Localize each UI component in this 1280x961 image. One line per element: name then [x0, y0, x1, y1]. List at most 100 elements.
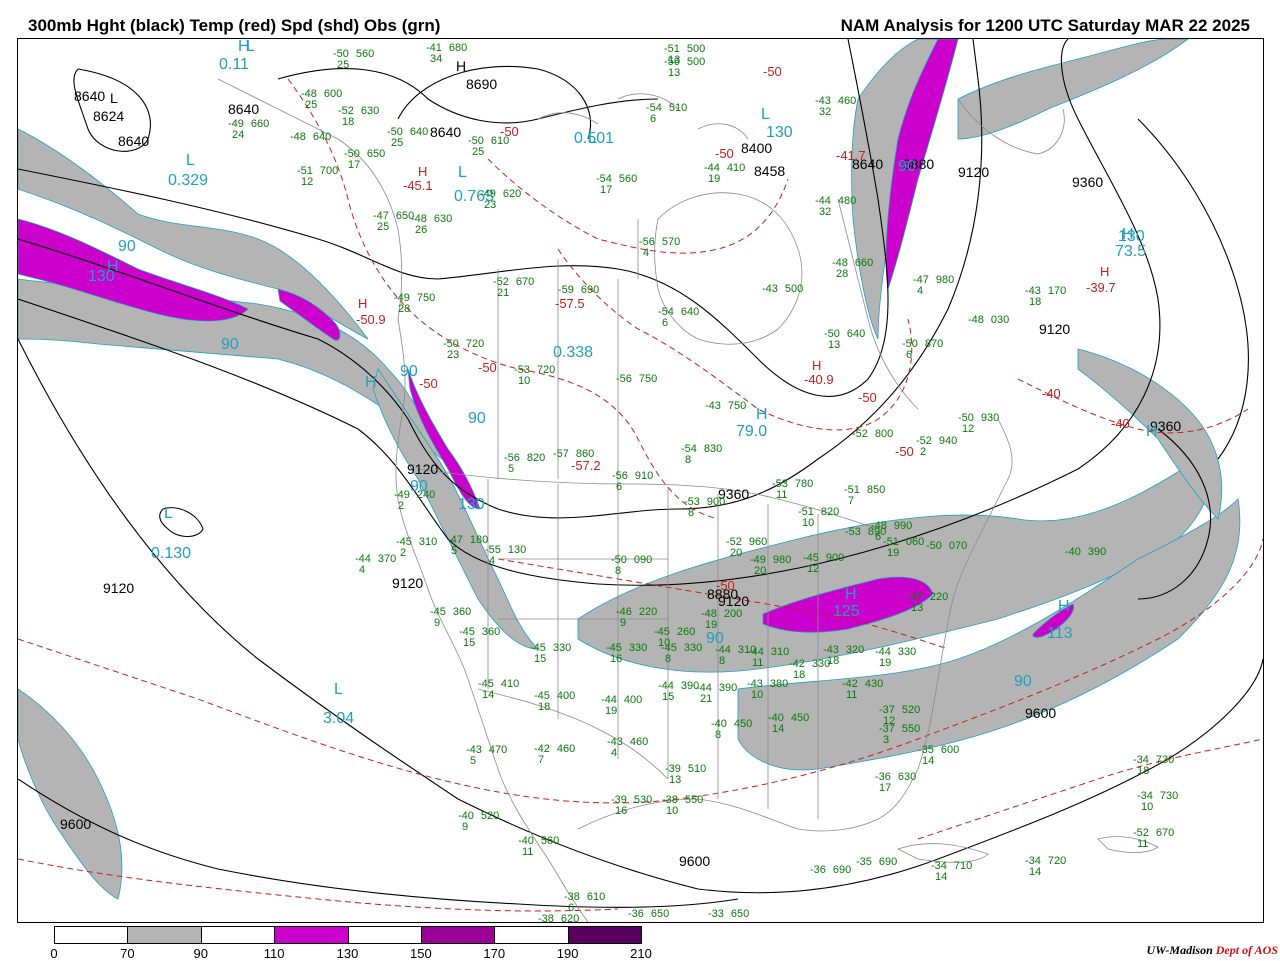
observation-speed: 10 [802, 517, 815, 529]
observation-speed: 23 [447, 349, 460, 361]
observation-station: -49 620 23 [480, 189, 521, 211]
observation-speed: 13 [668, 67, 681, 79]
observation-height: 090 [633, 554, 653, 566]
observation-height: 330 [683, 642, 703, 654]
observation-temp: -48 [290, 131, 306, 143]
hl-marker: H [365, 374, 377, 391]
observation-station: -52 630 18 [338, 106, 379, 128]
colorbar-segment [495, 927, 569, 943]
observation-height: 220 [929, 591, 949, 603]
observation-station: -50 650 17 [344, 149, 385, 171]
temp-contour-minus30-east [917, 738, 1263, 840]
height-label: 8640 [228, 101, 260, 117]
colorbar-tick-label: 70 [120, 946, 135, 961]
observation-height: 330 [552, 642, 572, 654]
observation-station: -52 800 [852, 429, 893, 440]
colorbar-segment [55, 927, 129, 943]
observation-speed: 10 [518, 375, 531, 387]
observation-station: -59 690 [558, 285, 599, 296]
observation-speed: 18 [538, 701, 551, 713]
speed-label: 130 [88, 268, 115, 285]
observation-station: -52 670 21 [493, 277, 534, 299]
observation-station: -50 640 13 [824, 329, 865, 351]
observation-station: -45 900 12 [803, 553, 844, 575]
height-label: 8640 [74, 88, 106, 104]
observation-height: 600 [323, 88, 343, 100]
observation-values: -50 070 [926, 541, 967, 552]
observation-station: -44 310 11 [748, 647, 789, 669]
observation-height: 610 [490, 135, 510, 147]
hl-marker: H [418, 164, 428, 179]
observation-station: -44 390 15 [658, 681, 699, 703]
observation-height: 170 [1047, 285, 1067, 297]
observation-station: -43 470 5 [466, 745, 507, 767]
observation-station: -43 750 [705, 401, 746, 412]
observation-height: 400 [556, 690, 576, 702]
observation-station: -50 090 8 [611, 555, 652, 577]
height-label: 9360 [1072, 174, 1104, 190]
height-label: 8690 [466, 76, 498, 92]
observation-speed: 13 [669, 774, 682, 786]
observation-height: 060 [905, 536, 925, 548]
observation-speed: 18 [1029, 296, 1042, 308]
observation-values: -52 800 [852, 429, 893, 440]
colorbar-tick-label: 0 [50, 946, 58, 961]
temperature-label: -50 [419, 376, 438, 391]
hl-marker: L [164, 505, 173, 522]
observation-speed: 20 [754, 565, 767, 577]
observation-height: 990 [893, 520, 913, 532]
observation-temp: -53 [845, 526, 861, 538]
speed-label: 0.130 [151, 545, 192, 562]
credit-main: UW-Madison [1146, 943, 1213, 957]
observation-station: -53 720 10 [514, 365, 555, 387]
temperature-label: -45.1 [403, 178, 433, 193]
observation-height: 410 [726, 162, 746, 174]
observation-speed: 5 [508, 463, 515, 475]
observation-station: -35 600 14 [918, 745, 959, 767]
observation-station: -54 510 6 [646, 103, 687, 125]
observation-speed: 7 [538, 754, 545, 766]
observation-height: 320 [845, 644, 865, 656]
observation-speed: 16 [610, 653, 623, 665]
observation-station: -52 670 11 [1133, 828, 1174, 850]
observation-temp: -48 [968, 314, 984, 326]
observation-height: 650 [650, 908, 670, 920]
speed-label: 90 [221, 336, 239, 353]
speed-label: 0.11 [219, 56, 249, 73]
observation-speed: 17 [879, 782, 892, 794]
observation-speed: 23 [484, 199, 497, 211]
colorbar-segment [275, 927, 349, 943]
observation-speed: 18 [342, 116, 355, 128]
observation-height: 460 [556, 743, 576, 755]
colorbar-tick-label: 90 [193, 946, 208, 961]
observation-station: -39 510 13 [665, 764, 706, 786]
observation-speed: 26 [415, 224, 428, 236]
speed-label: 130 [766, 124, 793, 141]
temperature-label: -50 [858, 390, 877, 405]
observation-station: -52 940 2 [916, 436, 957, 458]
temperature-label: -40 [1111, 416, 1130, 431]
observation-height: 510 [668, 102, 688, 114]
height-label: 9120 [718, 593, 750, 609]
observation-height: 200 [723, 608, 743, 620]
observation-temp: -38 [538, 913, 554, 923]
observation-height: 730 [1155, 754, 1175, 766]
observation-station: -44 330 19 [875, 647, 916, 669]
observation-height: 450 [790, 712, 810, 724]
observation-height: 390 [1087, 546, 1107, 558]
observation-speed: 17 [600, 184, 613, 196]
observation-height: 870 [924, 338, 944, 350]
temperature-label: -41.7 [836, 148, 866, 163]
observation-speed: 8 [685, 454, 692, 466]
observation-station: -42 430 11 [842, 679, 883, 701]
observation-station: -44 410 19 [704, 163, 745, 185]
observation-values: -48 640 [290, 132, 331, 143]
observation-station: -50 610 25 [468, 136, 509, 158]
observation-speed: 18 [793, 669, 806, 681]
observation-station: -54 830 8 [681, 444, 722, 466]
observation-speed: 11 [1137, 838, 1149, 850]
observation-speed: 14 [935, 871, 948, 883]
observation-height: 600 [940, 744, 960, 756]
jet-gray-southwest [18, 688, 123, 900]
observation-speed: 3 [883, 734, 890, 746]
